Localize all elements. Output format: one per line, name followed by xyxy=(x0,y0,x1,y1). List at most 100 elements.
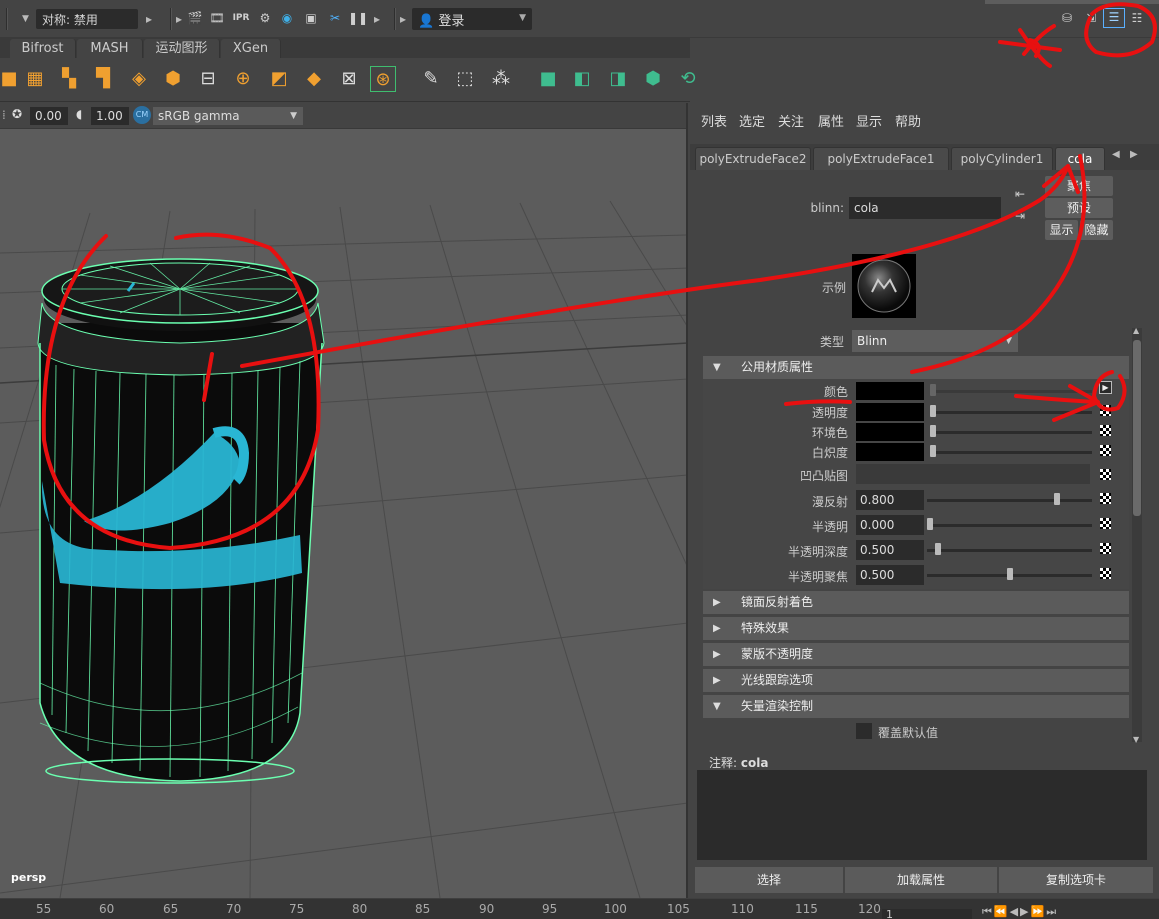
map-button-icon[interactable] xyxy=(1100,425,1111,436)
focus-button[interactable]: 聚焦 xyxy=(1045,176,1113,196)
map-button-icon[interactable] xyxy=(1100,493,1111,504)
hide-button[interactable]: 隐藏 xyxy=(1080,220,1113,240)
attribute-editor-toggle-icon[interactable]: ☰ xyxy=(1103,8,1125,28)
snap-tool-icon[interactable]: ✂ xyxy=(326,10,344,26)
bevel-icon[interactable]: ⬚ xyxy=(452,66,478,92)
sphere-mesh-icon[interactable]: ⊕ xyxy=(230,66,256,92)
extract-icon[interactable]: ◈ xyxy=(126,66,152,92)
transparency-swatch[interactable] xyxy=(856,403,924,421)
render-settings-icon[interactable]: ⚙ xyxy=(256,10,274,26)
copy-tab-button[interactable]: 复制选项卡 xyxy=(999,867,1153,893)
node-name-field[interactable]: cola xyxy=(849,197,1001,219)
boolean-icon[interactable]: ◩ xyxy=(266,66,292,92)
scroll-down-icon[interactable]: ▼ xyxy=(1133,735,1139,744)
section-raytrace-options[interactable]: ▶ 光线跟踪选项 xyxy=(703,669,1129,692)
render-view-icon[interactable]: ▣ xyxy=(302,10,320,26)
translucence-focus-slider-knob[interactable] xyxy=(1006,568,1013,580)
time-slider[interactable]: 55 60 65 70 75 80 85 90 95 100 105 110 1… xyxy=(0,898,1159,919)
menu-attributes[interactable]: 属性 xyxy=(818,111,844,130)
menu-selected[interactable]: 选定 xyxy=(739,111,765,130)
output-connection-icon[interactable]: ⇥ xyxy=(1015,209,1025,223)
incandescence-slider-knob[interactable] xyxy=(930,445,936,457)
map-button-icon[interactable] xyxy=(1100,543,1111,554)
planar-map-icon[interactable]: ◧ xyxy=(569,66,595,92)
section-special-effects[interactable]: ▶ 特殊效果 xyxy=(703,617,1129,640)
translucence-depth-slider-knob[interactable] xyxy=(934,543,941,555)
tab-cola[interactable]: cola xyxy=(1055,147,1105,170)
color-slider-knob[interactable] xyxy=(930,384,936,396)
separate-icon[interactable]: ▜ xyxy=(90,66,116,92)
automatic-map-icon[interactable]: ⟲ xyxy=(675,66,701,92)
show-button[interactable]: 显示 xyxy=(1045,220,1078,240)
current-frame-field[interactable]: 1 xyxy=(882,909,972,919)
ambient-slider[interactable] xyxy=(930,431,1092,434)
incandescence-slider[interactable] xyxy=(930,451,1092,454)
hypershade-icon[interactable]: ◉ xyxy=(278,10,296,26)
translucence-field[interactable]: 0.000 xyxy=(856,515,924,535)
tab-scroll-left-icon[interactable]: ◀ xyxy=(1112,149,1120,160)
select-button[interactable]: 选择 xyxy=(695,867,843,893)
shelf-tab-motion-graphics[interactable]: 运动图形 xyxy=(144,39,220,58)
map-button-icon[interactable] xyxy=(1100,445,1111,456)
map-button-icon[interactable] xyxy=(1100,405,1111,416)
modeling-toolkit-icon[interactable]: ⛁ xyxy=(1058,10,1076,26)
tab-polycylinder1[interactable]: polyCylinder1 xyxy=(951,147,1053,170)
translucence-depth-slider[interactable] xyxy=(927,549,1092,552)
section-matte-opacity[interactable]: ▶ 蒙版不透明度 xyxy=(703,643,1129,666)
presets-button[interactable]: 预设 xyxy=(1045,198,1113,218)
map-button-icon[interactable] xyxy=(1100,518,1111,529)
tab-polyextrudeface1[interactable]: polyExtrudeFace1 xyxy=(813,147,949,170)
translucence-depth-field[interactable]: 0.500 xyxy=(856,540,924,560)
center-pivot-icon[interactable]: ⊠ xyxy=(336,66,362,92)
uv-editor-icon[interactable]: ■ xyxy=(535,66,561,92)
shelf-tab-mash[interactable]: MASH xyxy=(77,39,143,58)
menu-help[interactable]: 帮助 xyxy=(895,111,921,130)
menu-focus[interactable]: 关注 xyxy=(778,111,804,130)
tab-polyextrudeface2[interactable]: polyExtrudeFace2 xyxy=(695,147,811,170)
expand-arrow-icon[interactable]: ▸ xyxy=(400,12,406,26)
uv-sphere-icon[interactable]: ⊛ xyxy=(370,66,396,92)
bump-map-field[interactable] xyxy=(856,464,1090,484)
load-attributes-button[interactable]: 加载属性 xyxy=(845,867,997,893)
section-vector-render-control[interactable]: ▼ 矢量渲染控制 xyxy=(703,695,1129,718)
viewport-persp[interactable]: ⁞ ✪ 0.00 ◖ 1.00 CM sRGB gamma ▼ persp xyxy=(0,103,688,898)
login-dropdown[interactable]: 👤 登录 ▼ xyxy=(412,8,532,30)
menu-list[interactable]: 列表 xyxy=(701,111,727,130)
tab-scroll-right-icon[interactable]: ▶ xyxy=(1130,149,1138,160)
transparency-slider[interactable] xyxy=(930,411,1092,414)
human-ik-icon[interactable]: ⇲ xyxy=(1082,10,1100,26)
combine-icon[interactable]: ▚ xyxy=(56,66,82,92)
poly-grid-icon[interactable]: ▦ xyxy=(22,66,48,92)
expand-arrow-icon[interactable]: ▸ xyxy=(176,12,182,26)
diffuse-field[interactable]: 0.800 xyxy=(856,490,924,510)
cube-map-icon[interactable]: ⬢ xyxy=(640,66,666,92)
section-common-material[interactable]: ▼ 公用材质属性 xyxy=(703,356,1129,379)
playback-controls-icon[interactable]: ⏮⏪◀▶⏩⏭ xyxy=(982,905,1058,919)
cylindrical-map-icon[interactable]: ◨ xyxy=(605,66,631,92)
color-swatch[interactable] xyxy=(856,382,924,400)
shelf-tab-bifrost[interactable]: Bifrost xyxy=(10,39,76,58)
ae-scrollbar[interactable]: ▲ ▼ xyxy=(1132,326,1142,744)
override-default-checkbox[interactable] xyxy=(856,723,872,739)
chevron-down-icon[interactable]: ▼ xyxy=(22,14,29,24)
tool-settings-icon[interactable]: ☷ xyxy=(1128,10,1146,26)
ipr-render-icon[interactable]: IPR xyxy=(232,10,250,26)
expand-arrow-icon[interactable]: ▸ xyxy=(374,12,380,26)
color-slider[interactable] xyxy=(930,390,1092,393)
diffuse-slider-knob[interactable] xyxy=(1054,493,1061,505)
translucence-slider-knob[interactable] xyxy=(927,518,933,530)
multi-cut-icon[interactable]: ✎ xyxy=(418,66,444,92)
edit-edge-flow-icon[interactable]: ⁂ xyxy=(488,66,514,92)
poly-cube-icon[interactable]: ■ xyxy=(0,66,22,92)
scroll-up-icon[interactable]: ▲ xyxy=(1133,326,1139,335)
incandescence-swatch[interactable] xyxy=(856,443,924,461)
mirror-icon[interactable]: ◆ xyxy=(301,66,327,92)
expand-arrow-icon[interactable]: ▸ xyxy=(146,12,152,26)
scrollbar-thumb[interactable] xyxy=(1133,340,1141,516)
render-sequence-icon[interactable]: 🎞 xyxy=(208,10,226,26)
section-specular-shading[interactable]: ▶ 镜面反射着色 xyxy=(703,591,1129,614)
map-button-icon[interactable] xyxy=(1100,568,1111,579)
menu-show[interactable]: 显示 xyxy=(856,111,882,130)
notes-textarea[interactable] xyxy=(697,770,1147,860)
translucence-focus-field[interactable]: 0.500 xyxy=(856,565,924,585)
